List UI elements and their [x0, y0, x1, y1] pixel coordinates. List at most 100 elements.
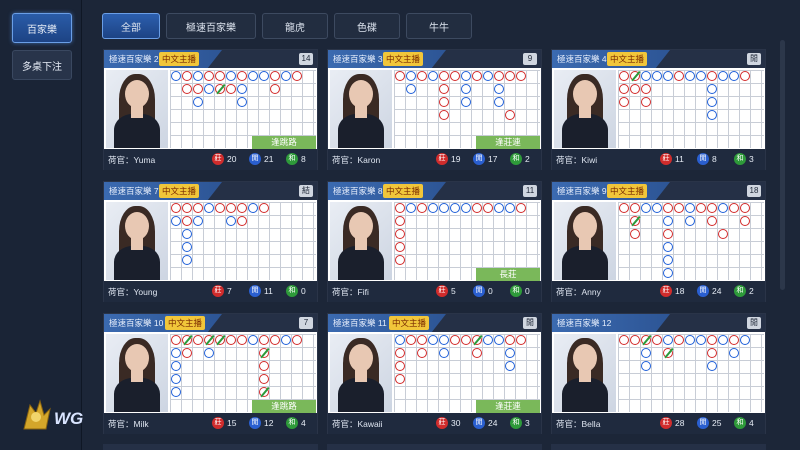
player-badge: 閒 [249, 417, 261, 429]
road-bead [182, 242, 192, 252]
road-bead [215, 84, 225, 94]
road-bead [619, 335, 629, 345]
table-name: 極速百家樂 9 [557, 186, 607, 196]
road-bead [270, 71, 280, 81]
card-header: 極速百家樂 2 中文主播 14 [104, 50, 317, 68]
road-bead [707, 216, 717, 226]
round-count: 18 [747, 185, 761, 197]
tie-badge: 和 [734, 153, 746, 165]
road-bead [215, 71, 225, 81]
player-badge: 閒 [473, 285, 485, 297]
banker-stat: 莊 18 [660, 285, 684, 297]
dealer-photo [330, 70, 392, 148]
tie-badge: 和 [734, 285, 746, 297]
table-card[interactable]: 極速百家樂 10 中文主播 7 逢跳路 荷官：Milk 莊 15 閒 12 和4 [103, 313, 318, 434]
road-bead [718, 71, 728, 81]
road-bead [652, 335, 662, 345]
table-card[interactable]: 極速百家樂 9 中文主播 18 荷官：Anny 莊 18 閒 24 和2 [551, 181, 766, 302]
road-bead [619, 71, 629, 81]
card-footer: 荷官：Fifi 莊5 閒0 和0 [328, 281, 541, 302]
card-header: 極速百家樂 7 中文主播 結 [104, 182, 317, 200]
road-bead [494, 97, 504, 107]
banker-stat: 莊 11 [660, 153, 684, 165]
road-bead [674, 71, 684, 81]
road-bead [663, 242, 673, 252]
road-bead [270, 84, 280, 94]
road-bead [652, 71, 662, 81]
table-card[interactable]: 極速百家樂 8 中文主播 11 長莊 荷官：Fifi 莊5 閒0 和0 [327, 181, 542, 302]
table-name: 極速百家樂 4 [557, 54, 607, 64]
road-bead [248, 203, 258, 213]
tab-speed-baccarat[interactable]: 極速百家樂 [166, 13, 256, 39]
tab-niuniu[interactable]: 牛牛 [406, 13, 472, 39]
road-prediction: 逢莊連 [476, 400, 540, 413]
table-card[interactable]: 極速百家樂 11 中文主播 閒 逢莊連 荷官：Kawaii 莊 30 閒 24 和3 [327, 313, 542, 434]
road-bead [204, 84, 214, 94]
road-bead [259, 348, 269, 358]
tie-stat: 和4 [286, 417, 306, 429]
round-count: 結 [299, 185, 313, 197]
baccarat-lobby-button[interactable]: 百家樂 [12, 13, 72, 43]
table-card[interactable]: 極速百家樂 7 中文主播 結 荷官：Young 莊7 閒 11 和0 [103, 181, 318, 302]
road-bead [193, 84, 203, 94]
road-bead [237, 335, 247, 345]
tab-all[interactable]: 全部 [102, 13, 160, 39]
road-bead [182, 71, 192, 81]
card-header: 極速百家樂 4 中文主播 閒 [552, 50, 765, 68]
tie-stat: 和3 [510, 417, 530, 429]
scrollbar[interactable] [780, 40, 785, 290]
table-card[interactable]: 極速百家樂 4 中文主播 閒 荷官：Kiwi 莊 11 閒8 和3 [551, 49, 766, 170]
player-stat: 閒8 [697, 153, 717, 165]
road-bead [494, 84, 504, 94]
road-bead [461, 203, 471, 213]
logo-text: WG [54, 409, 84, 428]
player-badge: 閒 [473, 153, 485, 165]
road-bead [505, 110, 515, 120]
road-bead [707, 203, 717, 213]
tie-badge: 和 [286, 417, 298, 429]
tab-sedie[interactable]: 色碟 [334, 13, 400, 39]
road-bead [226, 203, 236, 213]
dealer-photo [554, 202, 616, 280]
road-bead [641, 361, 651, 371]
banker-stat: 莊7 [212, 285, 232, 297]
table-card-partial [327, 444, 542, 450]
player-badge: 閒 [473, 417, 485, 429]
card-header: 極速百家樂 10 中文主播 7 [104, 314, 317, 332]
road-bead [439, 203, 449, 213]
banker-badge: 莊 [660, 417, 672, 429]
road-bead [516, 335, 526, 345]
dealer-photo [106, 334, 168, 412]
road-bead [472, 71, 482, 81]
table-card[interactable]: 極速百家樂 3 中文主播 9 逢莊連 荷官：Karon 莊 19 閒 17 和2 [327, 49, 542, 170]
road-bead [630, 203, 640, 213]
road-bead [259, 203, 269, 213]
tab-dragon-tiger[interactable]: 龍虎 [262, 13, 328, 39]
dealer-photo [554, 334, 616, 412]
road-bead [674, 203, 684, 213]
tie-stat: 和2 [510, 153, 530, 165]
road-bead [237, 97, 247, 107]
road-bead [630, 84, 640, 94]
chinese-host-tag: 中文主播 [607, 184, 648, 198]
card-footer: 荷官：Kawaii 莊 30 閒 24 和3 [328, 413, 541, 434]
road-bead [630, 229, 640, 239]
road-bead [226, 335, 236, 345]
road-bead [182, 335, 192, 345]
road-bead [472, 348, 482, 358]
road-bead [395, 229, 405, 239]
road-bead [483, 203, 493, 213]
table-card[interactable]: 極速百家樂 12 閒 荷官：Bella 莊 28 閒 25 和4 [551, 313, 766, 434]
player-stat: 閒 25 [697, 417, 721, 429]
table-card[interactable]: 極速百家樂 2 中文主播 14 逢跳路 荷官：Yuma 莊 20 閒 21 和8 [103, 49, 318, 170]
multi-table-button[interactable]: 多桌下注 [12, 50, 72, 80]
player-badge: 閒 [249, 285, 261, 297]
bead-road [618, 202, 764, 280]
road-prediction: 逢跳路 [252, 400, 316, 413]
player-stat: 閒 24 [697, 285, 721, 297]
road-bead [707, 71, 717, 81]
player-badge: 閒 [697, 417, 709, 429]
road-bead [226, 71, 236, 81]
road-bead [641, 203, 651, 213]
road-bead [707, 110, 717, 120]
